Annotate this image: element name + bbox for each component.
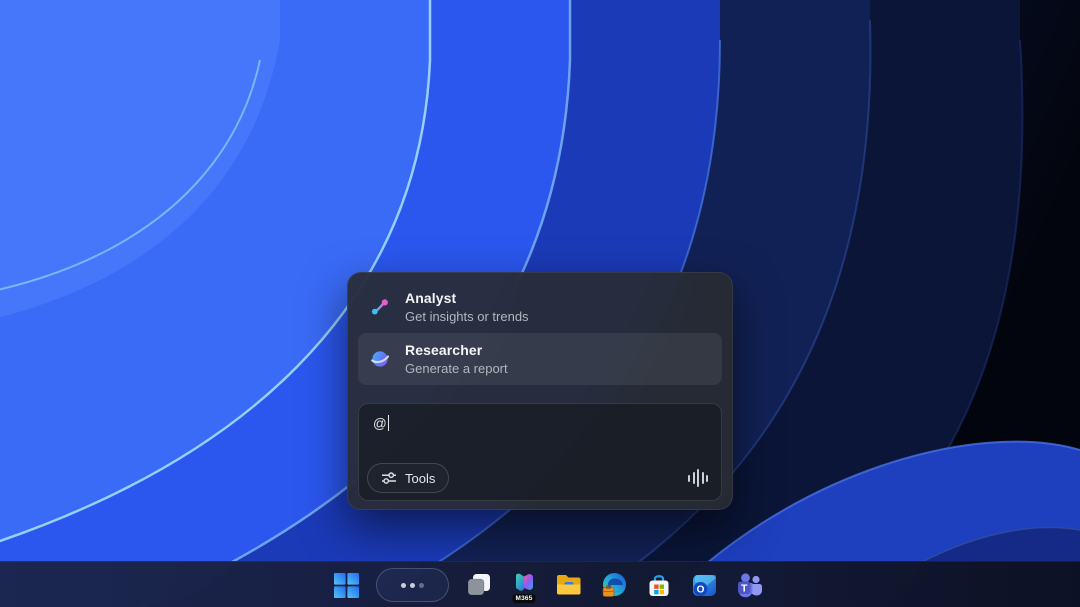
store-bag-icon [646,572,672,599]
m365-badge: M365 [512,594,535,603]
task-view-button[interactable] [464,565,494,605]
desktop: Analyst Get insights or trends [0,0,1080,607]
teams-button[interactable]: T [734,565,764,605]
agent-item-researcher[interactable]: Researcher Generate a report [358,333,722,385]
task-view-icon [466,572,492,598]
m365-copilot-button[interactable]: M365 [509,565,539,605]
typing-dot [410,583,415,588]
input-text[interactable]: @ [373,416,387,431]
researcher-planet-icon [370,349,390,369]
briefcase-badge-icon [603,585,614,596]
text-caret [388,415,389,431]
agent-suggestion-list: Analyst Get insights or trends [348,273,732,385]
agent-name: Analyst [405,289,529,308]
tools-button-label: Tools [405,471,435,486]
svg-text:T: T [741,583,748,595]
outlook-button[interactable]: O [689,565,719,605]
agent-description: Generate a report [405,360,508,378]
typing-dot [401,583,406,588]
svg-text:O: O [696,584,704,595]
copilot-input-box[interactable]: @ Tools [358,403,722,501]
agent-name: Researcher [405,341,508,360]
start-button[interactable] [331,565,361,605]
edge-browser-button[interactable] [599,565,629,605]
teams-icon: T [735,572,763,598]
sliders-icon [381,471,397,485]
agent-description: Get insights or trends [405,308,529,326]
windows-start-icon [333,572,360,599]
voice-waveform-icon[interactable] [688,468,708,488]
analyst-trend-icon [370,297,390,317]
tools-button[interactable]: Tools [367,463,449,493]
file-explorer-button[interactable] [554,565,584,605]
microsoft-store-button[interactable] [644,565,674,605]
edge-icon [601,572,628,599]
typing-dot [419,583,424,588]
taskbar-search-pill[interactable] [376,568,449,602]
copilot-popup: Analyst Get insights or trends [347,272,733,510]
folder-icon [555,573,583,597]
agent-item-analyst[interactable]: Analyst Get insights or trends [358,281,722,333]
outlook-icon: O [691,572,718,599]
taskbar: M365 [0,561,1080,607]
